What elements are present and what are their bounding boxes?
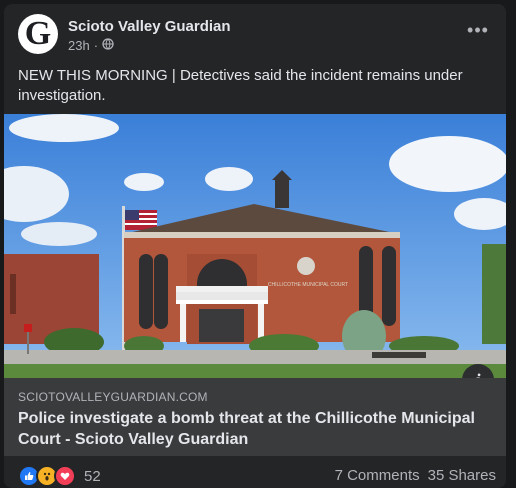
- post-text: NEW THIS MORNING | Detectives said the i…: [18, 67, 463, 104]
- link-preview[interactable]: SCIOTOVALLEYGUARDIAN.COM Police investig…: [4, 378, 506, 456]
- reaction-count[interactable]: 52: [84, 468, 101, 485]
- engagement-stats: 7 Comments 35 Shares: [335, 467, 496, 484]
- meta-separator: ·: [93, 38, 99, 53]
- reaction-summary[interactable]: 52: [18, 465, 101, 487]
- more-options-icon: •••: [467, 19, 489, 40]
- shares-count-link[interactable]: 35 Shares: [428, 467, 496, 484]
- link-domain: SCIOTOVALLEYGUARDIAN.COM: [18, 390, 208, 404]
- globe-icon[interactable]: [102, 38, 114, 53]
- post-card: G Scioto Valley Guardian 23h · ••• NEW T…: [4, 4, 506, 488]
- comments-count-link[interactable]: 7 Comments: [335, 467, 420, 484]
- post-timestamp[interactable]: 23h: [68, 38, 90, 53]
- post-meta: 23h ·: [68, 38, 114, 53]
- more-options-button[interactable]: •••: [460, 18, 496, 42]
- avatar-logo: G: [24, 15, 52, 52]
- page-avatar[interactable]: G: [18, 14, 58, 54]
- building-name-text: CHILLICOTHE MUNICIPAL COURT: [268, 282, 348, 288]
- link-image[interactable]: CHILLICOTHE MUNICIPAL COURT i: [4, 114, 506, 378]
- post-header: G Scioto Valley Guardian 23h · •••: [18, 14, 496, 58]
- post-footer: 52 7 Comments 35 Shares: [18, 462, 496, 488]
- page-name-link[interactable]: Scioto Valley Guardian: [68, 18, 231, 35]
- love-reaction-icon: [54, 465, 76, 487]
- info-icon: i: [475, 370, 480, 379]
- link-title[interactable]: Police investigate a bomb threat at the …: [18, 408, 488, 450]
